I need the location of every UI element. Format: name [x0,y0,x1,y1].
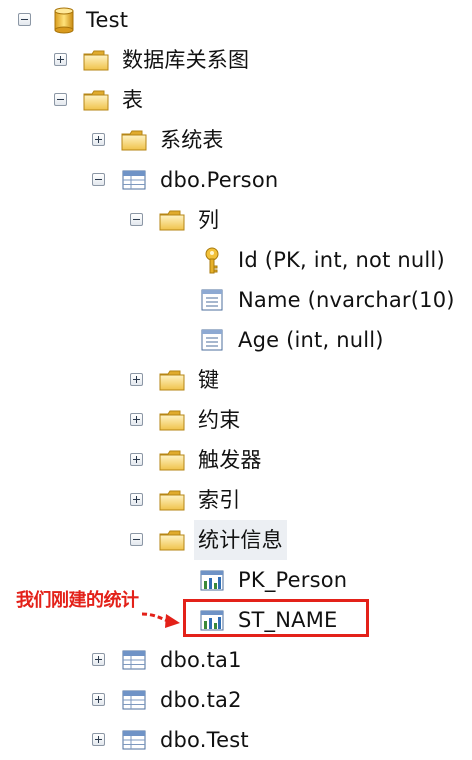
tree-node-columns[interactable]: 列 [0,200,472,240]
tree-node-database[interactable]: Test [0,0,472,40]
tree-node-constraints[interactable]: 约束 [0,400,472,440]
tree-node-triggers[interactable]: 触发器 [0,440,472,480]
tree-node-table-ta1[interactable]: dbo.ta1 [0,640,472,680]
arrow-icon [141,612,180,628]
expand-toggle[interactable] [130,413,143,426]
folder-icon [159,210,185,231]
database-icon [54,7,74,34]
node-label: 键 [198,368,220,392]
node-label: 数据库关系图 [122,48,250,72]
node-label: 系统表 [160,128,224,152]
table-icon [122,170,146,190]
collapse-toggle[interactable] [130,533,143,546]
collapse-toggle[interactable] [92,173,105,186]
tree-node-column-id[interactable]: Id (PK, int, not null) [0,240,472,280]
node-label: Test [86,8,129,32]
node-label: Age (int, null) [238,328,384,352]
node-label: dbo.Test [160,728,249,752]
tree-node-indexes[interactable]: 索引 [0,480,472,520]
tree-node-tables[interactable]: 表 [0,80,472,120]
node-label: dbo.ta1 [160,648,242,672]
node-label: 统计信息 [194,520,287,560]
key-icon [205,247,219,274]
expand-toggle[interactable] [130,373,143,386]
node-label: dbo.Person [160,168,279,192]
table-icon [122,690,146,710]
tree-node-person-table[interactable]: dbo.Person [0,160,472,200]
tree-node-db-diagrams[interactable]: 数据库关系图 [0,40,472,80]
node-label: Name (nvarchar(10) [238,288,455,312]
tree-node-column-name[interactable]: Name (nvarchar(10) [0,280,472,320]
tree-node-table-test[interactable]: dbo.Test [0,720,472,760]
node-label: 表 [122,88,144,112]
column-icon [201,329,223,351]
tree-node-column-age[interactable]: Age (int, null) [0,320,472,360]
node-label: Id (PK, int, not null) [238,248,445,272]
tree-node-system-tables[interactable]: 系统表 [0,120,472,160]
tree-node-table-ta2[interactable]: dbo.ta2 [0,680,472,720]
node-label: dbo.ta2 [160,688,242,712]
folder-icon [159,490,185,511]
tree-node-keys[interactable]: 键 [0,360,472,400]
folder-icon [83,90,109,111]
folder-icon [159,450,185,471]
node-label: 触发器 [198,448,262,472]
collapse-toggle[interactable] [130,213,143,226]
expand-toggle[interactable] [92,693,105,706]
folder-icon [121,130,147,151]
node-label: 索引 [198,488,241,512]
expand-toggle[interactable] [130,493,143,506]
folder-icon [159,530,185,551]
node-label: PK_Person [238,568,348,592]
folder-icon [159,370,185,391]
highlight-box [183,599,369,637]
collapse-toggle[interactable] [54,93,67,106]
folder-icon [159,410,185,431]
expand-toggle[interactable] [92,733,105,746]
annotation-text: 我们刚建的统计 [16,590,139,611]
node-label: 约束 [198,408,241,432]
node-label: 列 [198,208,220,232]
expand-toggle[interactable] [92,653,105,666]
collapse-toggle[interactable] [18,13,31,26]
expand-toggle[interactable] [92,133,105,146]
column-icon [201,289,223,311]
table-icon [122,650,146,670]
tree-node-statistics[interactable]: 统计信息 [0,520,472,560]
folder-icon [83,50,109,71]
statistics-icon [200,570,224,591]
expand-toggle[interactable] [54,53,67,66]
table-icon [122,730,146,750]
expand-toggle[interactable] [130,453,143,466]
